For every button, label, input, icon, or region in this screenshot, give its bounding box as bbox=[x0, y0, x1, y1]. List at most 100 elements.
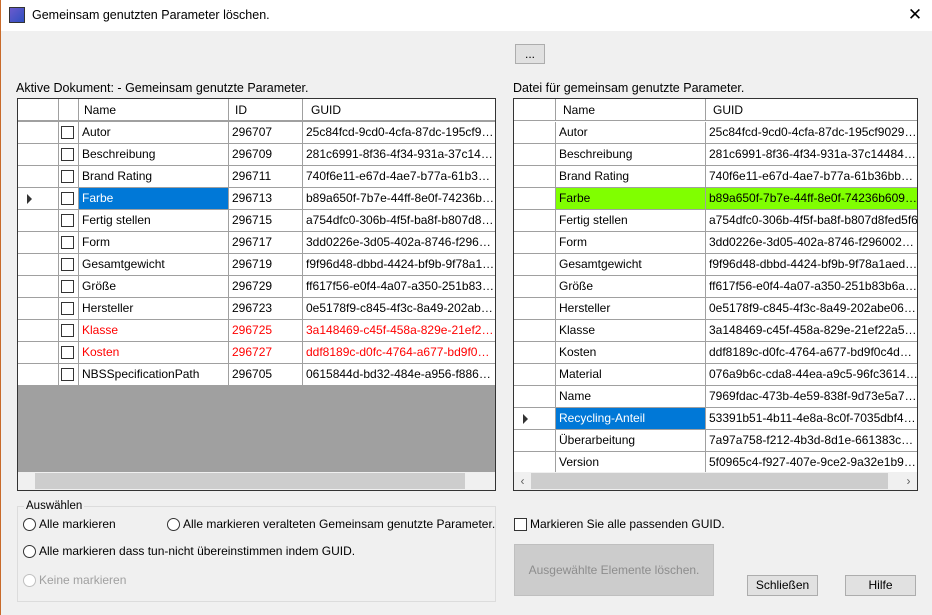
name-cell[interactable]: Autor bbox=[79, 122, 229, 144]
row-header[interactable] bbox=[514, 342, 556, 364]
table-row[interactable]: Überarbeitung 7a97a758-f212-4b3d-8d1e-661… bbox=[514, 430, 917, 452]
table-row[interactable]: NBSSpecificationPath 296705 0615844d-bd32-… bbox=[18, 364, 495, 386]
radio-icon[interactable] bbox=[23, 574, 36, 588]
row-header[interactable] bbox=[514, 122, 556, 144]
table-row[interactable]: Farbe 296713 b89a650f-7b7e-44ff-8e0f-74236… bbox=[18, 188, 495, 210]
name-cell[interactable]: Recycling-Anteil bbox=[556, 408, 706, 430]
name-cell[interactable]: Beschreibung bbox=[79, 144, 229, 166]
checkbox-icon[interactable] bbox=[61, 346, 74, 359]
match-guid-checkbox[interactable]: Markieren Sie alle passenden GUID. bbox=[514, 517, 725, 532]
row-header[interactable] bbox=[514, 298, 556, 320]
radio-select-none[interactable]: Keine markieren bbox=[23, 573, 126, 588]
table-row[interactable]: Version 5f0965c4-f927-407e-9ce2-9a32e1b98… bbox=[514, 452, 917, 474]
column-header-id[interactable]: ID bbox=[229, 99, 303, 121]
name-cell[interactable]: Größe bbox=[556, 276, 706, 298]
row-header[interactable] bbox=[18, 166, 59, 188]
row-header[interactable] bbox=[18, 364, 59, 386]
name-cell[interactable]: NBSSpecificationPath bbox=[79, 364, 229, 386]
table-row[interactable]: Größe ff617f56-e0f4-4a07-a350-251b83b6a0d… bbox=[514, 276, 917, 298]
name-cell[interactable]: Fertig stellen bbox=[556, 210, 706, 232]
row-header[interactable] bbox=[514, 166, 556, 188]
name-cell[interactable]: Form bbox=[79, 232, 229, 254]
table-row[interactable]: Klasse 3a148469-c45f-458a-829e-21ef22a5cf… bbox=[514, 320, 917, 342]
table-row[interactable]: Beschreibung 296709 281c6991-8f36-4f34-931… bbox=[18, 144, 495, 166]
row-header[interactable] bbox=[18, 298, 59, 320]
column-header-name[interactable]: Name bbox=[556, 99, 706, 121]
checkbox-cell[interactable] bbox=[59, 320, 79, 342]
table-row[interactable]: Beschreibung 281c6991-8f36-4f34-931a-37c1… bbox=[514, 144, 917, 166]
scroll-left-icon[interactable]: ‹ bbox=[514, 474, 531, 488]
table-row[interactable]: Fertig stellen a754dfc0-306b-4f5f-ba8f-b8… bbox=[514, 210, 917, 232]
table-row[interactable]: Name 7969fdac-473b-4e59-838f-9d73e5a74295 bbox=[514, 386, 917, 408]
checkbox-cell[interactable] bbox=[59, 364, 79, 386]
row-header[interactable] bbox=[18, 144, 59, 166]
name-cell[interactable]: Fertig stellen bbox=[79, 210, 229, 232]
row-header[interactable] bbox=[514, 430, 556, 452]
checkbox-icon[interactable] bbox=[61, 192, 74, 205]
table-row[interactable]: Recycling-Anteil 53391b51-4b11-4e8a-8c0f-… bbox=[514, 408, 917, 430]
name-cell[interactable]: Brand Rating bbox=[556, 166, 706, 188]
checkbox-cell[interactable] bbox=[59, 166, 79, 188]
row-header[interactable] bbox=[514, 320, 556, 342]
checkbox-cell[interactable] bbox=[59, 254, 79, 276]
table-row[interactable]: Brand Rating 740f6e11-e67d-4ae7-b77a-61b3… bbox=[514, 166, 917, 188]
row-header[interactable] bbox=[514, 386, 556, 408]
radio-select-obsolete[interactable]: Alle markieren veralteten Gemeinsam genu… bbox=[167, 517, 495, 532]
name-cell[interactable]: Farbe bbox=[556, 188, 706, 210]
checkbox-icon[interactable] bbox=[61, 148, 74, 161]
shared-parameter-file-grid[interactable]: Name GUID Autor 25c84fcd-9cd0-4cfa-87dc-1… bbox=[513, 98, 918, 491]
table-row[interactable]: Hersteller 0e5178f9-c845-4f3c-8a49-202abe… bbox=[514, 298, 917, 320]
name-cell[interactable]: Größe bbox=[79, 276, 229, 298]
table-row[interactable]: Material 076a9b6c-cda8-44ea-a9c5-96fc3614… bbox=[514, 364, 917, 386]
radio-select-guid-mismatch[interactable]: Alle markieren dass tun-nicht übereinsti… bbox=[23, 544, 355, 559]
checkbox-icon[interactable] bbox=[61, 126, 74, 139]
name-cell[interactable]: Kosten bbox=[79, 342, 229, 364]
table-row[interactable]: Autor 296707 25c84fcd-9cd0-4cfa-87dc-195cf… bbox=[18, 122, 495, 144]
row-header[interactable] bbox=[514, 254, 556, 276]
name-cell[interactable]: Klasse bbox=[556, 320, 706, 342]
checkbox-cell[interactable] bbox=[59, 298, 79, 320]
checkbox-icon[interactable] bbox=[61, 280, 74, 293]
scrollbar-thumb[interactable] bbox=[35, 473, 465, 489]
table-row[interactable]: Fertig stellen 296715 a754dfc0-306b-4f5f-b… bbox=[18, 210, 495, 232]
name-cell[interactable]: Farbe bbox=[79, 188, 229, 210]
checkbox-cell[interactable] bbox=[59, 232, 79, 254]
name-cell[interactable]: Hersteller bbox=[79, 298, 229, 320]
name-cell[interactable]: Beschreibung bbox=[556, 144, 706, 166]
row-header[interactable] bbox=[514, 210, 556, 232]
scroll-right-icon[interactable]: › bbox=[900, 474, 917, 488]
table-row[interactable]: Größe 296729 ff617f56-e0f4-4a07-a350-251b8… bbox=[18, 276, 495, 298]
checkbox-cell[interactable] bbox=[59, 188, 79, 210]
checkbox-icon[interactable] bbox=[61, 324, 74, 337]
row-header[interactable] bbox=[514, 364, 556, 386]
radio-icon[interactable] bbox=[23, 518, 36, 532]
table-row[interactable]: Kosten 296727 ddf8189c-d0fc-4764-a677-bd9f… bbox=[18, 342, 495, 364]
delete-selected-button[interactable]: Ausgewählte Elemente löschen. bbox=[514, 544, 714, 596]
table-row[interactable]: Gesamtgewicht f9f96d48-dbbd-4424-bf9b-9f7… bbox=[514, 254, 917, 276]
table-row[interactable]: Brand Rating 296711 740f6e11-e67d-4ae7-b77… bbox=[18, 166, 495, 188]
table-row[interactable]: Farbe b89a650f-7b7e-44ff-8e0f-74236b60969… bbox=[514, 188, 917, 210]
column-header-guid[interactable]: GUID bbox=[706, 99, 917, 121]
name-cell[interactable]: Brand Rating bbox=[79, 166, 229, 188]
checkbox-cell[interactable] bbox=[59, 342, 79, 364]
row-header[interactable] bbox=[514, 144, 556, 166]
row-header[interactable] bbox=[514, 232, 556, 254]
scrollbar-thumb[interactable] bbox=[531, 473, 888, 489]
checkbox-icon[interactable] bbox=[61, 236, 74, 249]
browse-button[interactable]: ... bbox=[515, 44, 545, 64]
row-header[interactable] bbox=[18, 320, 59, 342]
name-cell[interactable]: Material bbox=[556, 364, 706, 386]
name-cell[interactable]: Klasse bbox=[79, 320, 229, 342]
name-cell[interactable]: Überarbeitung bbox=[556, 430, 706, 452]
checkbox-icon[interactable] bbox=[61, 258, 74, 271]
name-cell[interactable]: Gesamtgewicht bbox=[556, 254, 706, 276]
close-button[interactable]: Schließen bbox=[747, 575, 818, 596]
checkbox-cell[interactable] bbox=[59, 122, 79, 144]
row-header[interactable] bbox=[18, 254, 59, 276]
horizontal-scrollbar[interactable]: ‹ › bbox=[514, 472, 917, 490]
name-cell[interactable]: Gesamtgewicht bbox=[79, 254, 229, 276]
row-header[interactable] bbox=[18, 276, 59, 298]
checkbox-cell[interactable] bbox=[59, 144, 79, 166]
name-cell[interactable]: Version bbox=[556, 452, 706, 474]
row-header[interactable] bbox=[18, 122, 59, 144]
